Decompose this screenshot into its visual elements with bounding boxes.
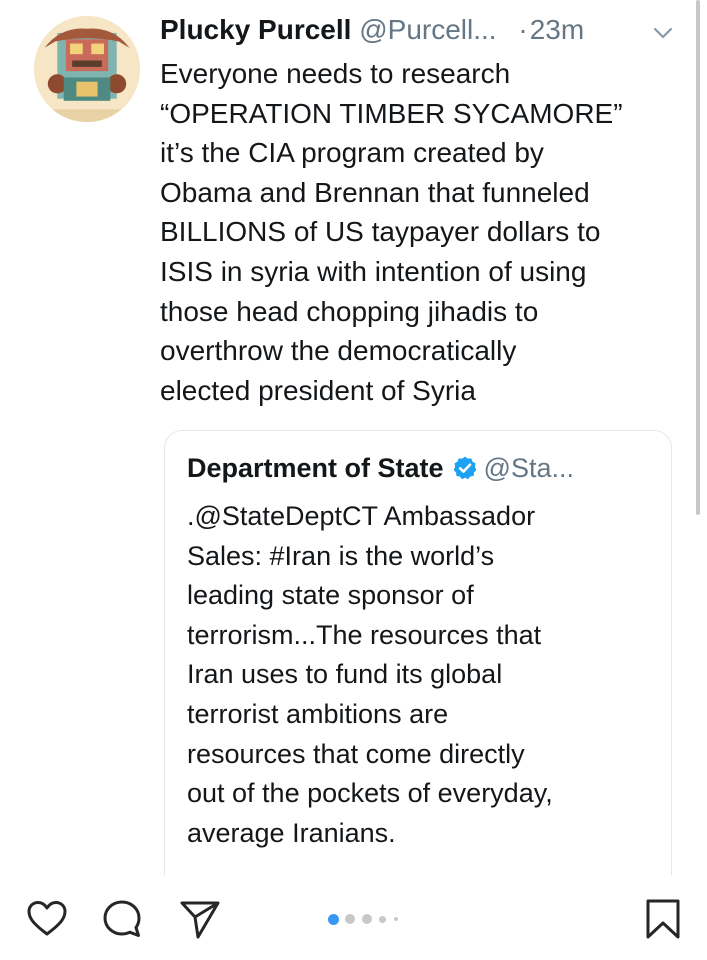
chevron-down-icon[interactable] (650, 20, 676, 44)
avatar[interactable] (34, 16, 140, 122)
tweet-text-line: elected president of Syria (160, 374, 476, 406)
display-name[interactable]: Plucky Purcell (160, 14, 351, 45)
quoted-tweet-body: .@StateDeptCT Ambassador Sales: #Iran is… (187, 497, 657, 853)
tweet-text-line: those head chopping jihadis to (160, 295, 539, 327)
quoted-text-line: resources that come directly (187, 738, 525, 769)
quoted-text-line: Sales: #Iran is the world’s (187, 540, 495, 571)
tweet-text-line: ISIS in syria with intention of using (160, 255, 587, 287)
quoted-text-line: out of the pockets of everyday, (187, 778, 553, 809)
avatar-image (34, 16, 140, 122)
tweet-body: Everyone needs to research “OPERATION TI… (160, 54, 685, 410)
quoted-tweet-header: Department of State @Sta... (187, 453, 574, 484)
tweet-header: Plucky Purcell @Purcell... ·23m (160, 14, 680, 50)
share-icon[interactable] (178, 897, 222, 941)
carousel-indicator (328, 913, 428, 925)
tweet-text-line: “OPERATION TIMBER SYCAMORE” (160, 97, 623, 129)
quoted-text-line: average Iranians. (187, 817, 396, 848)
quoted-text-line: terrorist ambitions are (187, 698, 449, 729)
comment-icon[interactable] (100, 897, 144, 941)
quoted-tweet[interactable]: Department of State @Sta... .@StateDeptC… (164, 430, 672, 875)
quoted-text-line: .@StateDeptCT Ambassador (187, 501, 536, 531)
carousel-dot-active (328, 913, 339, 925)
scroll-indicator (696, 0, 700, 515)
verified-badge-icon (452, 455, 478, 481)
post-image: Plucky Purcell @Purcell... ·23m Everyone… (0, 0, 707, 875)
user-handle[interactable]: @Purcell... (359, 14, 496, 45)
timestamp[interactable]: 23m (530, 14, 584, 45)
quoted-text-line: Iran uses to fund its global (187, 659, 503, 690)
quoted-text-line: terrorism...The resources that (187, 619, 542, 650)
tweet-text-line: Everyone needs to research (160, 58, 511, 89)
tweet-text-line: Obama and Brennan that funneled (160, 176, 590, 208)
tweet-text-line: BILLIONS of US taypayer dollars to (160, 216, 601, 248)
carousel-dot (379, 915, 386, 923)
tweet-text-line: it’s the CIA program created by (160, 137, 544, 169)
carousel-dot (362, 914, 372, 924)
tweet-text-line: overthrow the democratically (160, 335, 517, 367)
quoted-user-handle: @Sta... (483, 453, 574, 483)
post-action-bar (0, 875, 707, 960)
quoted-display-name: Department of State (187, 453, 444, 483)
carousel-dot (394, 917, 398, 921)
heart-icon[interactable] (25, 897, 69, 941)
separator-dot: · (518, 14, 528, 45)
carousel-dot (345, 914, 355, 924)
bookmark-icon[interactable] (643, 897, 683, 941)
quoted-text-line: leading state sponsor of (187, 580, 474, 611)
